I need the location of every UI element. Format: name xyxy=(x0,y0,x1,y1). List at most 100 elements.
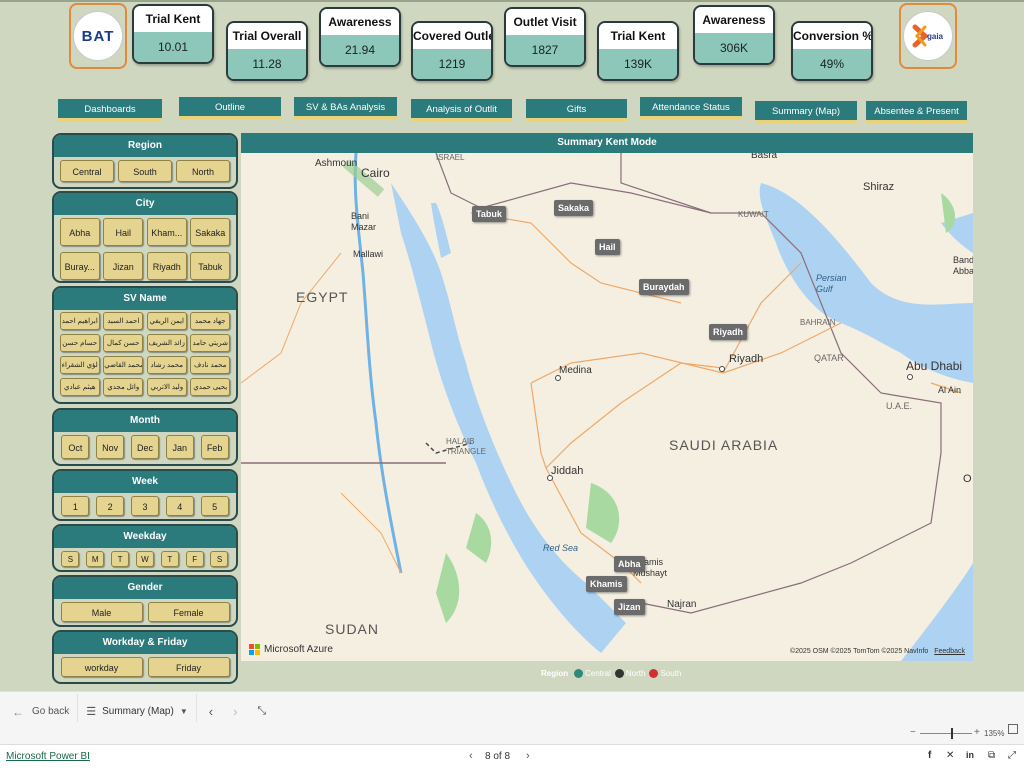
sv-option[interactable]: محمد نادف xyxy=(190,356,231,374)
previous-page-button[interactable]: ‹ xyxy=(469,750,473,762)
week-option-1[interactable]: 1 xyxy=(61,496,90,516)
sv-option[interactable]: محمد رشاد xyxy=(146,356,187,374)
region-option-south[interactable]: South xyxy=(118,160,172,182)
week-option-4[interactable]: 4 xyxy=(165,496,194,516)
place-label-qatar: QATAR xyxy=(814,353,844,363)
zoom-in-icon[interactable]: + xyxy=(974,727,980,738)
next-page-icon[interactable]: › xyxy=(233,704,237,719)
facebook-icon[interactable]: f xyxy=(928,750,931,761)
month-option-oct[interactable]: Oct xyxy=(61,435,90,459)
sv-option[interactable]: حسام حسن xyxy=(59,334,100,352)
sv-option[interactable]: محمد القاضي xyxy=(103,356,144,374)
share-icon[interactable]: ⧉ xyxy=(988,750,995,761)
go-back-button[interactable]: Go back xyxy=(32,706,69,717)
month-option-feb[interactable]: Feb xyxy=(200,435,229,459)
nav-tab-attendance-status[interactable]: Attendance Status xyxy=(640,97,742,119)
weekday-option-wed[interactable]: W xyxy=(135,551,154,567)
twitter-icon[interactable]: ✕ xyxy=(946,750,954,761)
sv-option[interactable]: وليد الاتربي xyxy=(146,378,187,396)
linkedin-icon[interactable]: in xyxy=(966,750,974,760)
sv-option[interactable]: هيثم عبادي xyxy=(59,378,100,396)
workday-option-friday[interactable]: Friday xyxy=(147,657,230,677)
map-feedback-link[interactable]: Feedback xyxy=(934,648,965,655)
weekday-option-thu[interactable]: T xyxy=(160,551,179,567)
map-pin-sakaka[interactable]: Sakaka xyxy=(554,200,594,216)
month-option-nov[interactable]: Nov xyxy=(96,435,125,459)
nav-tab-dashboards[interactable]: Dashboards xyxy=(58,99,162,121)
nav-tab-gifts[interactable]: Gifts xyxy=(526,99,627,121)
sv-option[interactable]: شريتي حامد xyxy=(190,334,231,352)
weekday-option-tue[interactable]: T xyxy=(111,551,130,567)
previous-page-icon[interactable]: ‹ xyxy=(209,704,213,719)
workday-options: workday Friday xyxy=(54,654,236,680)
nav-tab-summary-map[interactable]: Summary (Map) xyxy=(755,101,857,123)
workday-slicer: Workday & Friday workday Friday xyxy=(52,630,238,684)
week-option-5[interactable]: 5 xyxy=(200,496,229,516)
place-label-riyadh: Riyadh xyxy=(729,353,764,365)
map-pin-jizan[interactable]: Jizan xyxy=(614,599,645,615)
power-bi-link[interactable]: Microsoft Power BI xyxy=(6,751,90,762)
country-label-sudan: SUDAN xyxy=(325,621,380,637)
sv-option[interactable]: ايمن الريفي xyxy=(146,312,187,330)
map-pin-hail[interactable]: Hail xyxy=(595,239,620,255)
next-page-button[interactable]: › xyxy=(526,750,530,762)
zoom-slider-thumb[interactable] xyxy=(951,728,954,739)
region-option-central[interactable]: Central xyxy=(60,160,114,182)
back-arrow-icon[interactable]: ← xyxy=(12,705,24,719)
month-options: Oct Nov Dec Jan Feb xyxy=(54,432,236,462)
weekday-option-fri[interactable]: F xyxy=(185,551,204,567)
nav-tab-analysis-outlit[interactable]: Analysis of Outlit xyxy=(411,99,512,121)
map-pin-buraydah[interactable]: Buraydah xyxy=(639,279,689,295)
sv-option[interactable]: يحيى حمدي xyxy=(190,378,231,396)
city-option-tabuk[interactable]: Tabuk xyxy=(190,252,231,280)
city-option-jizan[interactable]: Jizan xyxy=(103,252,144,280)
map-pin-riyadh[interactable]: Riyadh xyxy=(709,324,748,340)
place-label-bani-mazar: Bani Mazar xyxy=(351,211,377,232)
weekday-option-mon[interactable]: M xyxy=(86,551,105,567)
gender-option-male[interactable]: Male xyxy=(60,602,143,622)
collapse-icon[interactable]: ⤡ xyxy=(257,705,266,718)
nav-tab-absentee-present[interactable]: Absentee & Present xyxy=(866,101,967,123)
month-option-dec[interactable]: Dec xyxy=(130,435,159,459)
workday-option-workday[interactable]: workday xyxy=(60,657,143,677)
city-option-hail[interactable]: Hail xyxy=(103,218,144,246)
fit-to-page-icon[interactable] xyxy=(1008,724,1018,734)
sv-option[interactable]: حسن كمال xyxy=(103,334,144,352)
gender-option-female[interactable]: Female xyxy=(147,602,230,622)
country-label-egypt: EGYPT xyxy=(296,289,349,305)
sv-option[interactable]: ابراهيم احمد xyxy=(59,312,100,330)
place-label-ashmoun: Ashmoun xyxy=(315,158,358,169)
map-view[interactable]: Ashmoun Cairo ISRAEL Basra Shiraz KUWAIT… xyxy=(241,153,973,661)
sv-option[interactable]: لؤي الشقراء xyxy=(59,356,100,374)
weekday-option-sun[interactable]: S xyxy=(61,551,80,567)
region-option-north[interactable]: North xyxy=(176,160,230,182)
week-option-3[interactable]: 3 xyxy=(130,496,159,516)
map-pin-tabuk[interactable]: Tabuk xyxy=(472,206,506,222)
city-option-abha[interactable]: Abha xyxy=(59,218,100,246)
chevron-down-icon[interactable]: ▼ xyxy=(180,707,188,716)
fullscreen-icon[interactable]: ⤢ xyxy=(1008,750,1016,761)
map-pin-abha[interactable]: Abha xyxy=(614,556,645,572)
city-option-sakaka[interactable]: Sakaka xyxy=(190,218,231,246)
zoom-slider-track[interactable] xyxy=(920,733,972,734)
current-page-name[interactable]: Summary (Map) xyxy=(102,706,174,717)
sv-option[interactable]: وائل مجدي xyxy=(103,378,144,396)
kpi-value: 21.94 xyxy=(321,35,399,65)
sv-option[interactable]: احمد السيد xyxy=(103,312,144,330)
week-option-2[interactable]: 2 xyxy=(96,496,125,516)
month-option-jan[interactable]: Jan xyxy=(165,435,194,459)
city-option-khamis[interactable]: Kham... xyxy=(146,218,187,246)
sv-name-slicer: SV Name ابراهيم احمد احمد السيد ايمن الر… xyxy=(52,286,238,404)
page-list-icon[interactable]: ☰ xyxy=(86,705,96,718)
sv-option[interactable]: جهاد محمد xyxy=(190,312,231,330)
map-pin-khamis[interactable]: Khamis xyxy=(586,576,627,592)
zoom-out-icon[interactable]: − xyxy=(910,727,916,738)
nav-tab-sv-bas-analysis[interactable]: SV & BAs Analysis xyxy=(294,97,397,119)
city-option-buraydah[interactable]: Buray... xyxy=(59,252,100,280)
nav-tab-outline[interactable]: Outline xyxy=(179,97,281,119)
sv-option[interactable]: زائد الشريف xyxy=(146,334,187,352)
city-option-riyadh[interactable]: Riyadh xyxy=(146,252,187,280)
weekday-option-sat[interactable]: S xyxy=(210,551,229,567)
week-options: 1 2 3 4 5 xyxy=(54,493,236,519)
kpi-title: Trial Kent xyxy=(599,23,677,49)
